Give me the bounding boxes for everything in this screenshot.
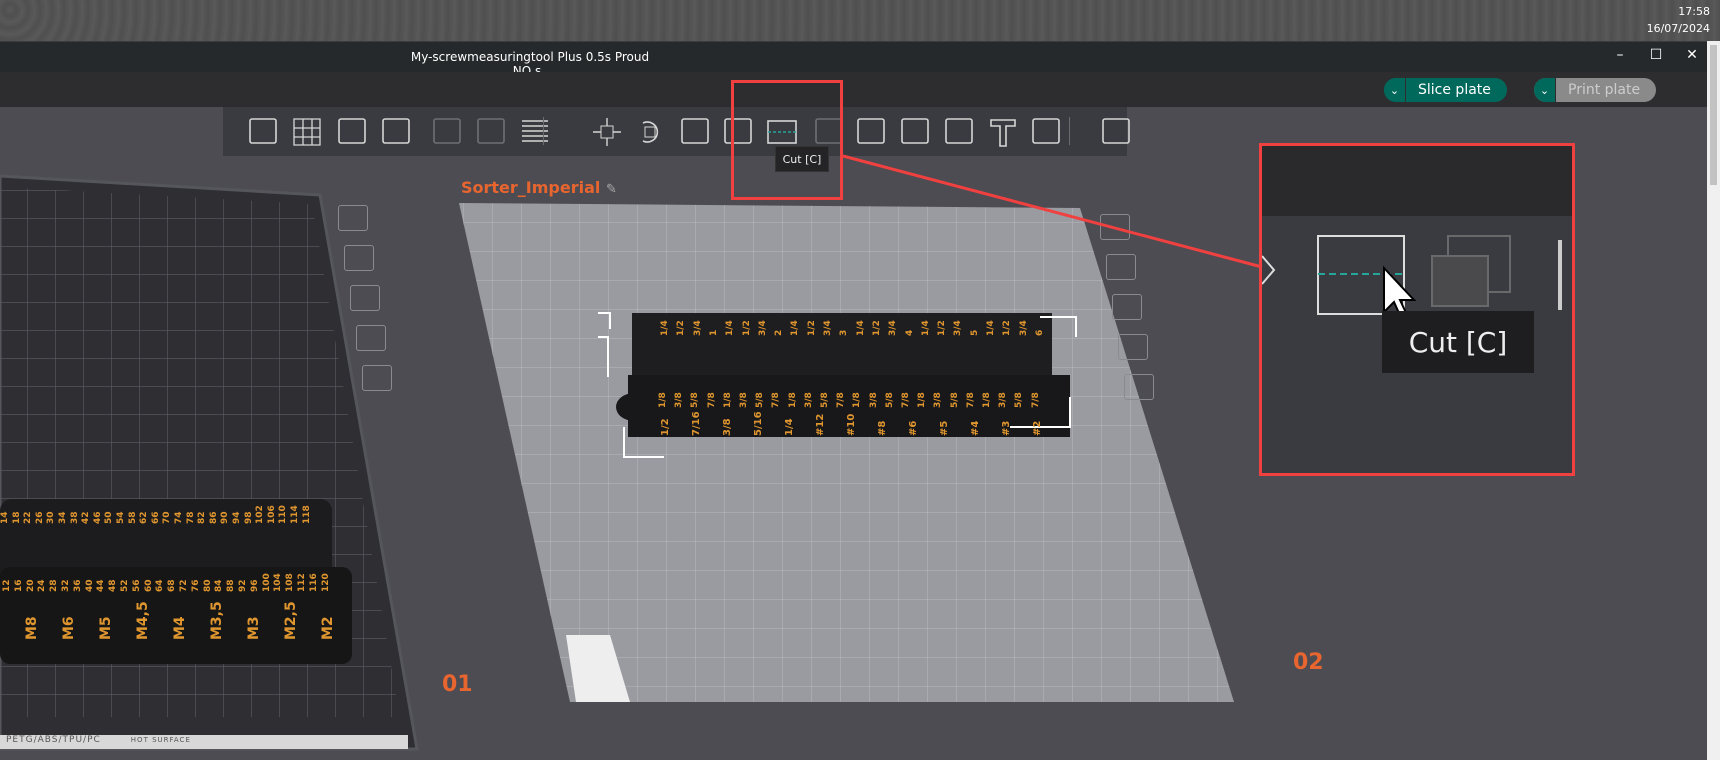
chevron-icon xyxy=(1262,255,1276,285)
zoomed-callout: Cut [C] xyxy=(1259,143,1575,476)
boolean-icon xyxy=(1431,235,1511,307)
zoomed-tooltip: Cut [C] xyxy=(1382,311,1534,373)
